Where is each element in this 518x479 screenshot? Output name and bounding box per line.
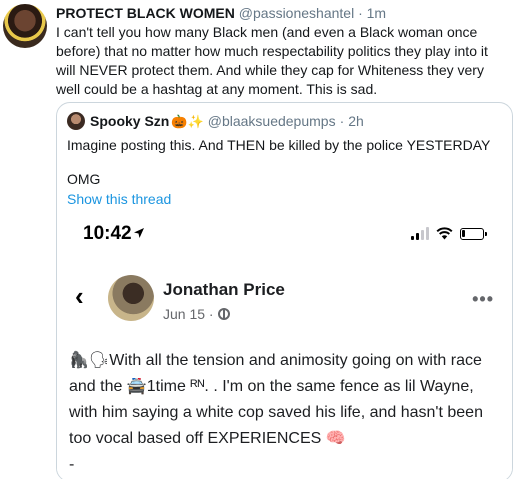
post-text: 🦍🗣With all the tension and animosity goi… xyxy=(69,348,499,478)
post-author-avatar xyxy=(108,275,154,321)
quote-header: Spooky Szn 🎃✨ @blaaksuedepumps · 2h xyxy=(67,112,364,130)
quote-author-name: Spooky Szn xyxy=(90,112,170,129)
post-author-name: Jonathan Price xyxy=(163,280,285,299)
quote-text-line1: Imagine posting this. And THEN be killed… xyxy=(67,137,491,153)
quoted-tweet[interactable]: Spooky Szn 🎃✨ @blaaksuedepumps · 2h Imag… xyxy=(56,102,513,479)
more-options-icon: ••• xyxy=(472,289,494,309)
author-name[interactable]: PROTECT BLACK WOMEN xyxy=(56,5,235,21)
quote-name-emoji: 🎃✨ xyxy=(171,113,204,129)
post-tail: - xyxy=(69,456,75,473)
quote-author-handle: @blaaksuedepumps xyxy=(207,112,336,129)
author-avatar[interactable] xyxy=(3,4,47,48)
signal-bars-icon xyxy=(411,227,429,240)
quote-text-line2: OMG xyxy=(67,171,101,187)
tweet-text: I can't tell you how many Black men (and… xyxy=(56,24,488,97)
tweet-time[interactable]: 1m xyxy=(367,5,386,21)
wifi-icon xyxy=(436,227,453,240)
tweet-header: PROTECT BLACK WOMEN @passioneshantel · 1… xyxy=(56,5,386,21)
quote-separator: · xyxy=(339,112,345,129)
quote-time: 2h xyxy=(348,112,364,129)
status-icons xyxy=(411,227,487,240)
post-meta: Jun 15 · xyxy=(163,306,230,322)
post-date: Jun 15 · xyxy=(163,306,214,322)
attached-screenshot[interactable]: 10:42 ‹ Jonathan Price Jun 15 · ••• 🦍🗣Wi… xyxy=(57,213,512,479)
tweet: PROTECT BLACK WOMEN @passioneshantel · 1… xyxy=(0,0,518,479)
location-arrow-icon xyxy=(134,228,144,238)
globe-icon xyxy=(217,308,230,320)
show-thread-link[interactable]: Show this thread xyxy=(67,190,171,208)
header-separator: · xyxy=(358,5,363,21)
battery-icon xyxy=(460,228,487,240)
author-handle[interactable]: @passioneshantel xyxy=(239,5,354,21)
status-time: 10:42 xyxy=(83,223,132,244)
post-body: 🦍🗣With all the tension and animosity goi… xyxy=(69,352,483,447)
quote-author-avatar xyxy=(67,112,85,130)
back-chevron-icon: ‹ xyxy=(75,281,84,311)
